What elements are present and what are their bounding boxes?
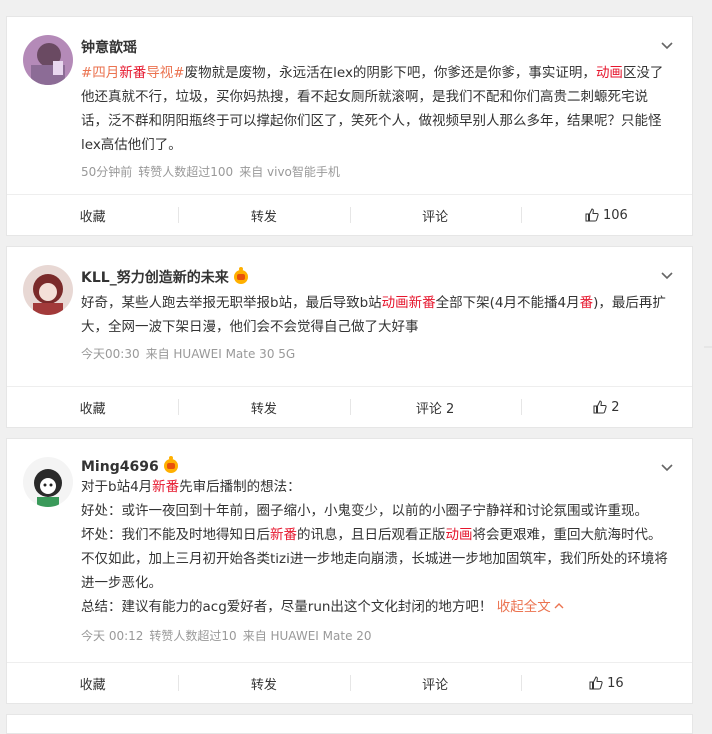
post-meta: 50分钟前 转赞人数超过100 来自 vivo智能手机 — [81, 163, 346, 180]
post-source: 来自 HUAWEI Mate 20 — [242, 629, 372, 643]
collect-button[interactable]: 收藏 — [7, 387, 178, 427]
keyword-highlight: 新番 — [270, 527, 297, 543]
chevron-up-icon — [554, 603, 564, 609]
content-line: 对于b站4月新番先审后播制的想法： — [81, 479, 301, 495]
topic-link[interactable]: #四月新番导视# — [81, 65, 185, 81]
post-time[interactable]: 50分钟前 — [81, 165, 132, 179]
collect-button[interactable]: 收藏 — [7, 195, 178, 235]
post-content: 对于b站4月新番先审后播制的想法： 好处：或许一夜回到十年前，圈子缩小，小鬼变少… — [81, 475, 672, 619]
keyword-highlight: 动画 — [595, 65, 623, 81]
post-time[interactable]: 今天 00:12 — [81, 629, 143, 643]
keyword-highlight: 番 — [579, 295, 594, 311]
avatar[interactable] — [23, 35, 73, 85]
repost-button[interactable]: 转发 — [178, 663, 349, 703]
keyword-highlight: 新番 — [152, 479, 180, 495]
username[interactable]: KLL_努力创造新的未来 — [81, 267, 248, 287]
post-content: #四月新番导视#废物就是废物，永远活在lex的阴影下吧，你爹还是你爹，事实证明，… — [81, 65, 664, 153]
repost-count: 转赞人数超过100 — [138, 165, 234, 179]
vip-crown-icon — [233, 267, 248, 284]
comment-button[interactable]: 评论 — [349, 663, 521, 703]
thumbs-up-icon — [589, 676, 603, 690]
like-button[interactable]: 2 — [520, 387, 692, 427]
post-source: 来自 vivo智能手机 — [239, 165, 340, 179]
thumbs-up-icon — [585, 208, 599, 222]
weibo-post: 钟意歆瑶 #四月新番导视#废物就是废物，永远活在lex的阴影下吧，你爹还是你爹，… — [6, 16, 693, 236]
comment-button[interactable]: 评论 2 — [349, 387, 521, 427]
repost-button[interactable]: 转发 — [178, 195, 349, 235]
post-content: 好奇，某些人跑去举报无职举报b站，最后导致b站动画新番全部下架(4月不能播4月番… — [81, 295, 666, 335]
post-meta: 今天00:30 来自 HUAWEI Mate 30 5G — [81, 345, 301, 362]
like-button[interactable]: 106 — [520, 195, 692, 235]
repost-button[interactable]: 转发 — [178, 387, 349, 427]
weibo-post: Ming4696 对于b站4月新番先审后播制的想法： 好处：或许一夜回到十年前，… — [6, 438, 693, 704]
post-meta: 今天 00:12 转赞人数超过10 来自 HUAWEI Mate 20 — [81, 627, 378, 644]
keyword-highlight: 新番 — [408, 295, 436, 311]
username[interactable]: 钟意歆瑶 — [81, 37, 137, 57]
vip-crown-icon — [163, 456, 178, 473]
content-line: 总结：建议有能力的acg爱好者，尽量run出这个文化封闭的地方吧！ 收起全文 — [81, 595, 672, 619]
action-bar: 收藏 转发 评论 106 — [7, 194, 692, 235]
avatar[interactable] — [23, 265, 73, 315]
chevron-down-icon[interactable] — [660, 269, 674, 283]
like-button[interactable]: 16 — [520, 663, 692, 703]
comment-button[interactable]: 评论 — [349, 195, 521, 235]
post-time[interactable]: 今天00:30 — [81, 347, 140, 361]
collapse-link[interactable]: 收起全文 — [497, 599, 565, 615]
divider — [704, 346, 712, 348]
collect-button[interactable]: 收藏 — [7, 663, 178, 703]
content-line: 坏处：我们不能及时地得知日后新番的讯息，且日后观看正版动画将会更艰难，重回大航海… — [81, 527, 668, 591]
keyword-highlight: 动画 — [381, 295, 409, 311]
username[interactable]: Ming4696 — [81, 456, 178, 475]
chevron-down-icon[interactable] — [660, 461, 674, 475]
post-source: 来自 HUAWEI Mate 30 5G — [145, 347, 296, 361]
weibo-post-partial — [6, 714, 693, 734]
weibo-post: KLL_努力创造新的未来 好奇，某些人跑去举报无职举报b站，最后导致b站动画新番… — [6, 246, 693, 428]
avatar[interactable] — [23, 457, 73, 507]
action-bar: 收藏 转发 评论 16 — [7, 662, 692, 703]
repost-count: 转赞人数超过10 — [149, 629, 237, 643]
chevron-down-icon[interactable] — [660, 39, 674, 53]
action-bar: 收藏 转发 评论 2 2 — [7, 386, 692, 427]
thumbs-up-icon — [593, 400, 607, 414]
content-line: 好处：或许一夜回到十年前，圈子缩小，小鬼变少，以前的小圈子宁静祥和讨论氛围或许重… — [81, 503, 648, 519]
keyword-highlight: 动画 — [445, 527, 473, 543]
